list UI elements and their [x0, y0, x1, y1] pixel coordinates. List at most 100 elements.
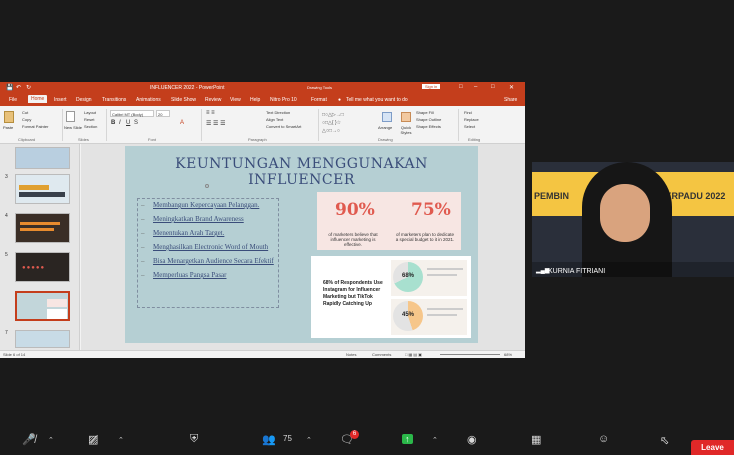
font-size-select[interactable]: 20 — [156, 110, 170, 117]
bullet-item: Memperluas Pangsa Pasar — [139, 271, 289, 279]
bullet-item: Menghasilkan Electronic Word of Mouth — [139, 243, 289, 251]
tell-me-search[interactable]: Tell me what you want to do — [346, 97, 408, 103]
redo-icon[interactable]: ↻ — [26, 84, 31, 91]
bullets-icon[interactable]: ≡ ≡ — [206, 110, 215, 116]
view-buttons[interactable]: □ ▦ ▤ ▣ — [405, 352, 422, 357]
stat2-value: 75% — [411, 200, 451, 220]
text-direction-button[interactable]: Text Direction — [266, 110, 290, 115]
chevron-up-icon[interactable]: ⌃ — [48, 436, 54, 444]
font-group-label: Font — [148, 137, 157, 142]
slide-thumbnail-selected[interactable] — [15, 291, 70, 321]
chevron-up-icon[interactable]: ⌃ — [306, 436, 312, 444]
reactions-icon[interactable]: ☺ — [598, 433, 609, 445]
bullet-item: Meningkatkan Brand Awareness — [139, 215, 289, 223]
slide-counter: Slide 6 of 14 — [3, 352, 26, 357]
share-button[interactable]: Share — [504, 97, 517, 103]
tab-insert[interactable]: Insert — [54, 97, 67, 103]
close-icon[interactable]: ✕ — [509, 84, 514, 91]
stats-card: 90% of marketers believe that influencer… — [317, 192, 461, 250]
tab-review[interactable]: Review — [205, 97, 221, 103]
tab-design[interactable]: Design — [76, 97, 92, 103]
quick-styles-icon[interactable] — [401, 112, 411, 122]
paste-button[interactable]: Paste — [3, 125, 13, 130]
shape-fill-button[interactable]: Shape Fill — [416, 110, 434, 115]
lightbulb-icon: ● — [338, 97, 342, 103]
rotate-handle[interactable] — [205, 184, 209, 188]
zoom-meeting-window: 💾 ↶ ↻ INFLUENCER 2022 - PowerPoint Drawi… — [0, 0, 734, 455]
record-icon[interactable]: ◉ — [467, 433, 477, 446]
replace-button[interactable]: Replace — [464, 117, 479, 122]
tab-view[interactable]: View — [230, 97, 241, 103]
ribbon-display-icon[interactable]: □ — [459, 84, 463, 90]
stat1-value: 90% — [335, 200, 375, 220]
chevron-up-icon[interactable]: ⌃ — [118, 436, 124, 444]
tab-file[interactable]: File — [9, 97, 17, 103]
mic-muted-icon[interactable]: 🎤̸ — [22, 433, 36, 446]
tab-nitro[interactable]: Nitro Pro 10 — [270, 97, 297, 103]
undo-icon[interactable]: ↶ — [16, 84, 21, 91]
slide-title: KEUNTUNGAN MENGGUNAKAN INFLUENCER — [125, 156, 478, 188]
copy-button[interactable]: Copy — [22, 117, 31, 122]
slide-title-line2: INFLUENCER — [248, 172, 355, 188]
new-slide-icon[interactable] — [66, 111, 75, 122]
tab-help[interactable]: Help — [250, 97, 260, 103]
strikethrough-button[interactable]: S — [134, 120, 138, 126]
participant-video[interactable]: PEMBIN TERPADU 2022 ▂▄▆ KURNIA FITRIANI — [532, 162, 734, 277]
new-slide-button[interactable]: New Slide — [64, 125, 82, 130]
participants-icon[interactable]: 👥 — [262, 433, 276, 446]
arrange-button[interactable]: Arrange — [378, 125, 392, 130]
apps-grid-icon[interactable]: ▦ — [531, 433, 541, 446]
mouse-cursor-icon: ⬁ — [660, 435, 670, 447]
font-color-button[interactable]: A — [180, 120, 184, 126]
ribbon-tabs: File Home Insert Design Transitions Anim… — [0, 94, 525, 106]
slide-thumbnail[interactable] — [15, 174, 70, 204]
chevron-up-icon[interactable]: ⌃ — [432, 436, 438, 444]
arrange-icon[interactable] — [382, 112, 392, 122]
leave-button[interactable]: Leave — [691, 440, 734, 455]
comments-button[interactable]: Comments — [372, 352, 391, 357]
shapes-gallery[interactable]: □○△▷→□ ○□△{ }☆ △○□→○ — [322, 111, 370, 135]
select-button[interactable]: Select — [464, 124, 475, 129]
tab-slide-show[interactable]: Slide Show — [171, 97, 196, 103]
format-painter-button[interactable]: Format Painter — [22, 124, 48, 129]
quick-styles-button[interactable]: Quick Styles — [398, 125, 414, 135]
security-shield-icon[interactable]: ⛨ — [190, 433, 198, 446]
tab-animations[interactable]: Animations — [136, 97, 161, 103]
layout-button[interactable]: Layout — [84, 110, 96, 115]
participant-name: KURNIA FITRIANI — [548, 268, 606, 275]
tab-transitions[interactable]: Transitions — [102, 97, 126, 103]
align-text-button[interactable]: Align Text — [266, 117, 283, 122]
bold-button[interactable]: B — [111, 120, 115, 126]
section-button[interactable]: Section — [84, 124, 97, 129]
cut-button[interactable]: Cut — [22, 110, 28, 115]
save-icon[interactable]: 💾 — [6, 84, 13, 91]
maximize-icon[interactable]: □ — [491, 84, 495, 90]
paste-icon[interactable] — [4, 111, 14, 123]
shape-outline-button[interactable]: Shape Outline — [416, 117, 441, 122]
share-screen-icon[interactable]: ↑ — [402, 434, 413, 444]
reset-button[interactable]: Reset — [84, 117, 94, 122]
slides-group-label: Slides — [78, 137, 89, 142]
minimize-icon[interactable]: – — [474, 84, 477, 90]
shape-effects-button[interactable]: Shape Effects — [416, 124, 441, 129]
video-off-icon[interactable]: ▨̸ — [88, 433, 98, 446]
tab-format[interactable]: Format — [311, 97, 327, 103]
slide-thumbnail[interactable] — [15, 213, 70, 243]
signin-button[interactable]: Sign in — [422, 84, 441, 89]
slide-thumbnail[interactable] — [15, 147, 70, 169]
italic-button[interactable]: I — [119, 120, 121, 126]
bullet-list[interactable]: Membangun Kepercayaan Pelanggan. Meningk… — [139, 201, 289, 285]
clipboard-group-label: Clipboard — [18, 137, 36, 142]
underline-button[interactable]: U — [126, 120, 130, 126]
align-icon[interactable]: ☰ ☰ ☰ — [206, 120, 225, 127]
notes-button[interactable]: Notes — [346, 352, 356, 357]
convert-smartart-button[interactable]: Convert to SmartArt — [266, 124, 301, 129]
font-name-select[interactable]: Calibri MT (Body) — [110, 110, 154, 117]
participants-count: 75 — [283, 434, 292, 443]
tab-home[interactable]: Home — [28, 95, 48, 103]
find-button[interactable]: Find — [464, 110, 472, 115]
zoom-slider[interactable] — [440, 354, 500, 355]
zoom-level[interactable]: 68% — [504, 352, 512, 357]
slide-thumbnail[interactable] — [15, 330, 70, 348]
slide-thumbnail[interactable]: ●●●●● — [15, 252, 70, 282]
